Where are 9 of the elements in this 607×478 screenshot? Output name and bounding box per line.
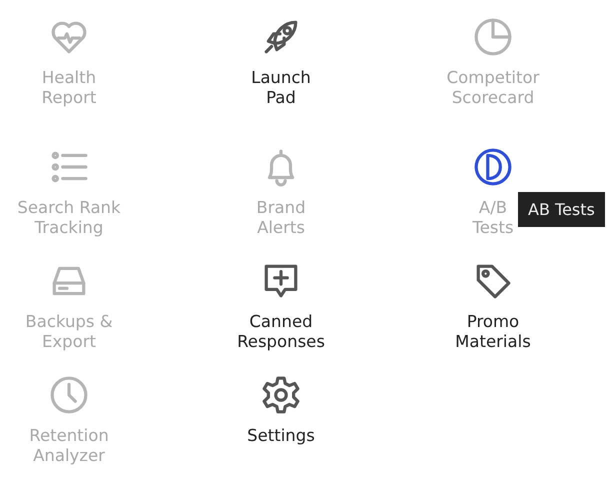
app-tile[interactable]: Launch Pad [251, 16, 311, 108]
clock-icon [48, 374, 90, 416]
tooltip: AB Tests [518, 192, 605, 227]
app-tile[interactable]: Promo Materials [455, 260, 531, 352]
settings-icon [260, 374, 302, 416]
app-tile[interactable]: Canned Responses [237, 260, 325, 352]
app-tile[interactable]: Settings [247, 374, 315, 446]
pie-chart-icon [472, 16, 514, 58]
d-circle-icon [472, 146, 514, 188]
